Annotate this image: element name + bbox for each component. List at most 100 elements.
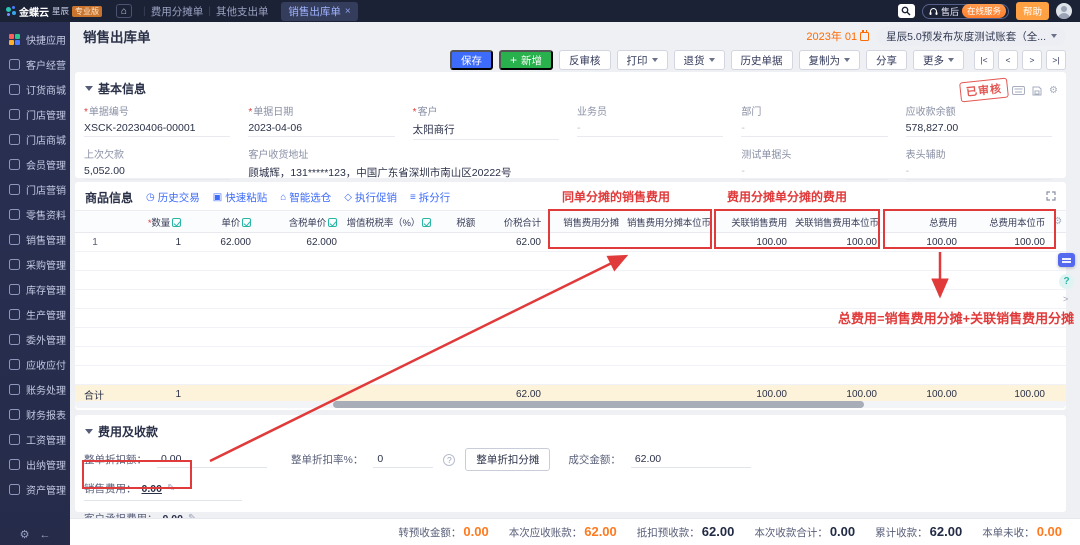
sidebar-item-outsourcing-mgmt[interactable]: 委外管理 <box>0 327 70 352</box>
section-settings-icon[interactable]: ⚙ <box>1049 85 1058 96</box>
toolbar: 保存 +新增 反审核 打印 退货 历史单据 复制为 分享 更多 |< < > >… <box>70 48 1080 72</box>
collapse-section-icon[interactable] <box>85 429 93 434</box>
discount-rate-input[interactable]: 0 <box>373 452 433 468</box>
table-row-empty[interactable] <box>75 290 1066 309</box>
home-icon[interactable]: ⌂ <box>116 4 132 18</box>
tab-other-expense[interactable]: 其他支出单 <box>216 4 269 19</box>
sidebar-item-ar-ap[interactable]: 应收应付 <box>0 352 70 377</box>
col-assoc-fee-base: 关联销售费用本位币 <box>791 211 881 233</box>
sidebar-item-inventory-mgmt[interactable]: 库存管理 <box>0 277 70 302</box>
table-row-empty[interactable] <box>75 271 1066 290</box>
sidebar-item-asset-mgmt[interactable]: 资产管理 <box>0 477 70 502</box>
copy-as-button[interactable]: 复制为 <box>799 50 861 70</box>
quick-paste-link[interactable]: ▣快速粘贴 <box>213 190 267 205</box>
collapse-section-icon[interactable] <box>85 86 93 91</box>
history-button[interactable]: 历史单据 <box>731 50 793 70</box>
tab-fee-allocation[interactable]: 费用分摊单 <box>151 4 204 19</box>
save-button[interactable]: 保存 <box>450 50 493 70</box>
sidebar-item-order-mall[interactable]: 订货商城 <box>0 77 70 102</box>
history-trade-link[interactable]: ◷历史交易 <box>146 190 200 205</box>
split-row-link[interactable]: ≡拆分行 <box>410 190 450 205</box>
last-record-icon[interactable]: >| <box>1046 50 1066 70</box>
add-new-button[interactable]: +新增 <box>499 50 553 70</box>
horizontal-scrollbar[interactable] <box>75 401 1066 408</box>
collapse-widgets-icon[interactable]: > <box>1063 294 1068 304</box>
sidebar-item-financial-report[interactable]: 财务报表 <box>0 402 70 427</box>
keyboard-icon[interactable] <box>1012 86 1025 95</box>
sidebar-item-label: 销售管理 <box>26 232 66 247</box>
field-header-aux[interactable]: 表头辅助 - <box>906 146 1052 183</box>
settings-gear-icon[interactable]: ⚙ <box>20 528 30 541</box>
sidebar-item-label: 门店管理 <box>26 107 66 122</box>
share-button[interactable]: 分享 <box>866 50 907 70</box>
smart-warehouse-link[interactable]: ⌂智能选仓 <box>280 190 331 205</box>
tab-sales-outbound[interactable]: 销售出库单 × <box>281 2 357 21</box>
account-set-selector[interactable]: 星辰5.0预发布灰度测试账套（全... <box>877 27 1066 46</box>
field-customer[interactable]: 客户 太阳商行 <box>413 103 559 140</box>
sales-fee-row[interactable]: 销售费用： 0.00 ✎ <box>84 481 242 501</box>
table-row-empty[interactable] <box>75 366 1066 385</box>
table-row[interactable]: 1 1 62.000 62.000 62.00 100.00 100.00 10… <box>75 233 1066 252</box>
table-row-empty[interactable] <box>75 309 1066 328</box>
after-sales-service-button[interactable]: 售后 在线服务 <box>922 4 1009 19</box>
grid-settings-gear-icon[interactable]: ⚙ <box>1049 211 1066 233</box>
scrollbar-thumb[interactable] <box>333 401 864 408</box>
field-last-debt: 上次欠款 5,052.00 <box>84 146 230 183</box>
sidebar-item-label: 门店商城 <box>26 132 66 147</box>
refund-button[interactable]: 退货 <box>674 50 725 70</box>
sidebar-item-quick-apps[interactable]: 快捷应用 <box>0 27 70 52</box>
plus-icon: + <box>510 54 517 66</box>
sales-fee-value[interactable]: 0.00 <box>142 483 162 495</box>
sidebar-item-production-mgmt[interactable]: 生产管理 <box>0 302 70 327</box>
sidebar-item-accounting[interactable]: 账务处理 <box>0 377 70 402</box>
field-test-header[interactable]: 测试单据头 - <box>741 146 887 183</box>
field-department[interactable]: 部门 - <box>741 103 887 140</box>
help-button[interactable]: 帮助 <box>1016 2 1049 20</box>
accounting-period[interactable]: 2023年 01 <box>806 28 869 44</box>
user-avatar[interactable] <box>1056 3 1072 19</box>
next-record-icon[interactable]: > <box>1022 50 1042 70</box>
sidebar-item-sales-mgmt[interactable]: 销售管理 <box>0 227 70 252</box>
sidebar-item-store-marketing[interactable]: 门店营销 <box>0 177 70 202</box>
sidebar-item-customer[interactable]: 客户经营 <box>0 52 70 77</box>
field-salesman[interactable]: 业务员 - <box>577 103 723 140</box>
feedback-chat-icon[interactable] <box>1058 253 1075 267</box>
sidebar-item-purchase-mgmt[interactable]: 采购管理 <box>0 252 70 277</box>
collapse-sidebar-icon[interactable]: ← <box>39 529 50 541</box>
sidebar-item-retail-data[interactable]: 零售资料 <box>0 202 70 227</box>
first-record-icon[interactable]: |< <box>974 50 994 70</box>
sidebar-item-store-mall[interactable]: 门店商城 <box>0 127 70 152</box>
field-bill-date[interactable]: 单据日期 2023-04-06 <box>248 103 394 140</box>
floating-help-icon[interactable]: ? <box>1059 274 1074 289</box>
discount-amount-input[interactable]: 0.00 <box>157 452 267 468</box>
discount-share-button[interactable]: 整单折扣分摊 <box>465 448 550 471</box>
table-row-empty[interactable] <box>75 328 1066 347</box>
unaudit-button[interactable]: 反审核 <box>559 50 611 70</box>
search-icon[interactable] <box>898 4 915 18</box>
field-bill-no[interactable]: 单据编号 XSCK-20230406-00001 <box>84 103 230 140</box>
split-row-icon: ≡ <box>410 192 416 203</box>
print-button[interactable]: 打印 <box>617 50 668 70</box>
table-row-empty[interactable] <box>75 252 1066 271</box>
field-shipping-address[interactable]: 客户收货地址 顾城辉，131*****123，中国广东省深圳市南山区20222号 <box>248 146 723 183</box>
sidebar-item-label: 零售资料 <box>26 207 66 222</box>
run-promotion-link[interactable]: ◇执行促销 <box>344 190 397 205</box>
expand-grid-icon[interactable] <box>1046 188 1056 206</box>
edit-pencil-icon[interactable]: ✎ <box>167 483 175 494</box>
close-tab-icon[interactable]: × <box>345 6 351 17</box>
table-row-empty[interactable] <box>75 347 1066 366</box>
question-mark-icon[interactable]: ? <box>443 454 455 466</box>
sidebar-item-payroll[interactable]: 工资管理 <box>0 427 70 452</box>
prev-record-icon[interactable]: < <box>998 50 1018 70</box>
sidebar-item-label: 账务处理 <box>26 382 66 397</box>
field-value: - <box>741 120 887 137</box>
more-button[interactable]: 更多 <box>913 50 964 70</box>
stat-payment-total: 本次收款合计：0.00 <box>754 524 855 540</box>
save-layout-icon[interactable] <box>1032 86 1042 96</box>
sidebar-item-store-mgmt[interactable]: 门店管理 <box>0 102 70 127</box>
sidebar-item-member[interactable]: 会员管理 <box>0 152 70 177</box>
sidebar-item-cashier[interactable]: 出纳管理 <box>0 452 70 477</box>
col-total-fee-base: 总费用本位币 <box>961 211 1049 233</box>
calendar-icon <box>860 32 869 41</box>
items-table[interactable]: *数量 单价 含税单价 增值税税率（%） 税额 价税合计 销售费用分摊 销售费用… <box>75 210 1066 405</box>
